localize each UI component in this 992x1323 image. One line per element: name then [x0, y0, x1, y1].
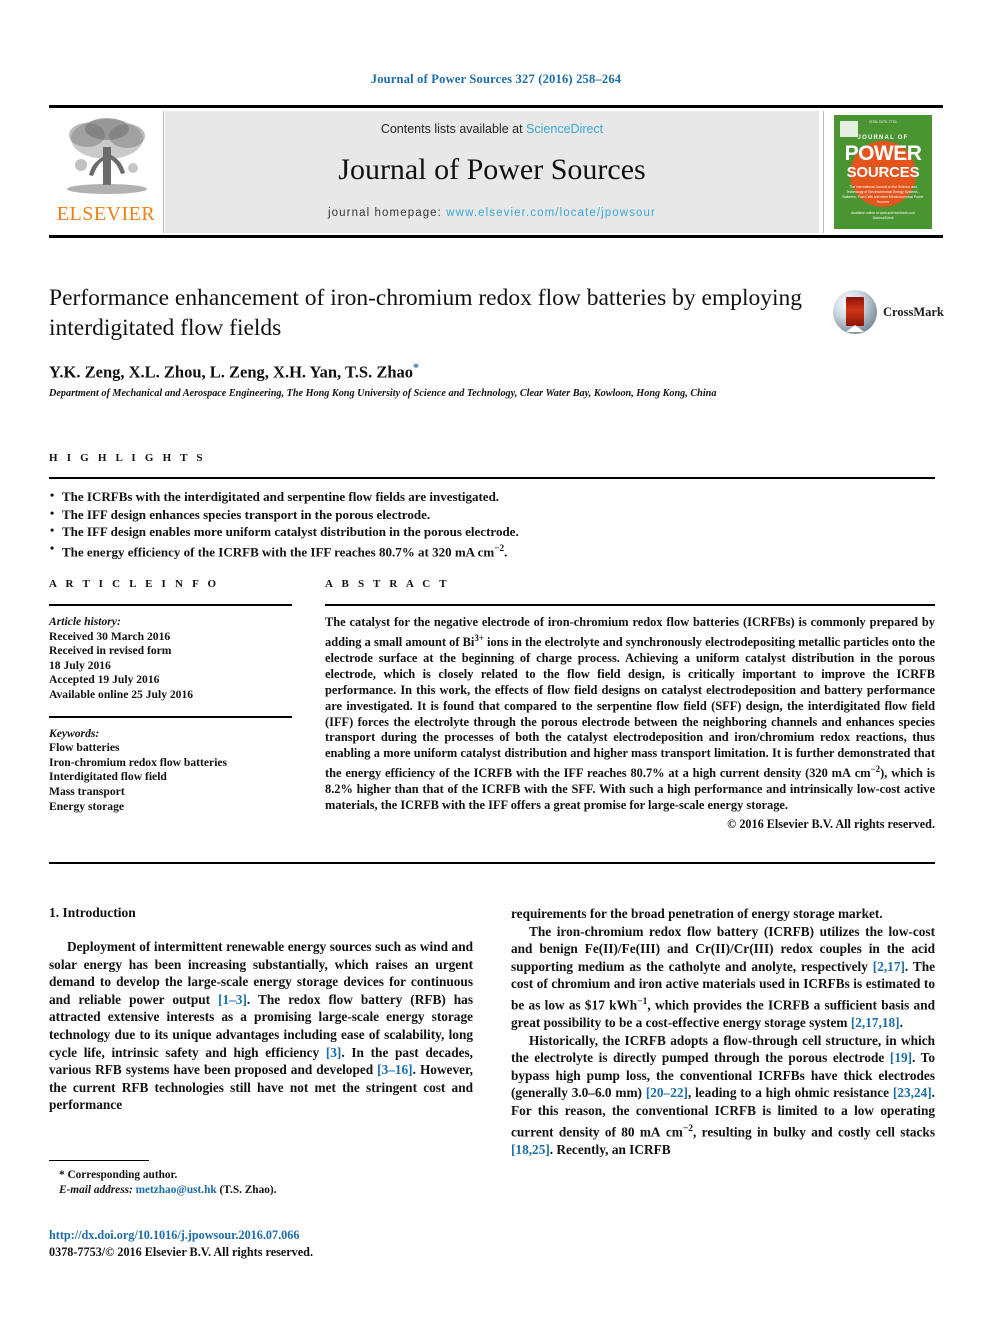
elsevier-wordmark: ELSEVIER — [56, 203, 156, 225]
doi-link[interactable]: http://dx.doi.org/10.1016/j.jpowsour.201… — [49, 1228, 473, 1243]
crossmark-badge[interactable]: CrossMark — [833, 290, 944, 338]
title-block: Performance enhancement of iron-chromium… — [49, 283, 819, 343]
homepage-prefix: journal homepage: — [328, 207, 447, 219]
crossmark-label: CrossMark — [883, 305, 944, 319]
list-item: The IFF design enhances species transpor… — [49, 505, 935, 524]
journal-title: Journal of Power Sources — [338, 153, 646, 186]
email-label: E-mail address: — [59, 1183, 133, 1196]
history-item: Received in revised form — [49, 644, 172, 658]
abstract-text: The catalyst for the negative electrode … — [325, 615, 935, 813]
citation-link[interactable]: [2,17,18] — [851, 1015, 900, 1030]
masthead-top-rule — [49, 105, 943, 108]
list-item: The ICRFBs with the interdigitated and s… — [49, 487, 935, 506]
journal-homepage-line: journal homepage: www.elsevier.com/locat… — [165, 207, 819, 219]
author-names: Y.K. Zeng, X.L. Zhou, L. Zeng, X.H. Yan,… — [49, 362, 414, 382]
running-head: Journal of Power Sources 327 (2016) 258–… — [370, 72, 622, 86]
highlights-list: The ICRFBs with the interdigitated and s… — [49, 487, 935, 561]
email-note: E-mail address: metzhao@ust.hk (T.S. Zha… — [49, 1183, 473, 1198]
contents-lists-line: Contents lists available at ScienceDirec… — [165, 122, 819, 136]
citation-link[interactable]: [2,17] — [873, 959, 905, 974]
citation-link[interactable]: [23,24] — [893, 1085, 932, 1100]
article-history-block: Article history: Received 30 March 2016 … — [49, 615, 292, 703]
paragraph: Deployment of intermittent renewable ene… — [49, 939, 474, 1113]
footer-block: http://dx.doi.org/10.1016/j.jpowsour.201… — [49, 1228, 473, 1260]
cover-journal-of-text: JOURNAL OF — [857, 135, 909, 141]
corresponding-author-note: * Corresponding author. — [59, 1169, 178, 1181]
email-link[interactable]: metzhao@ust.hk — [136, 1184, 217, 1196]
corresponding-author-marker: * — [413, 360, 420, 374]
paragraph: The iron-chromium redox flow battery (IC… — [511, 923, 936, 1030]
keywords-rule — [49, 715, 292, 718]
footnote-rule — [49, 1160, 149, 1161]
masthead-bottom-rule — [49, 235, 943, 238]
article-info-section: A R T I C L E I N F O Article history: R… — [49, 578, 292, 814]
highlights-section: H I G H L I G H T S The ICRFBs with the … — [49, 452, 935, 560]
keyword-item: Mass transport — [49, 784, 125, 798]
crossmark-icon — [833, 290, 877, 334]
highlights-heading: H I G H L I G H T S — [49, 452, 206, 464]
keyword-item: Energy storage — [49, 799, 125, 813]
cover-blurb-text: The International Journal on the Science… — [842, 185, 924, 204]
cover-issn-text: ISSN 0378-7753 — [869, 120, 897, 124]
cover-sources-text: SOURCES — [846, 164, 920, 181]
highlights-rule — [49, 477, 935, 479]
keyword-item: Iron-chromium redox flow batteries — [49, 755, 228, 769]
keyword-item: Flow batteries — [49, 741, 120, 755]
contents-prefix: Contents lists available at — [380, 122, 527, 136]
history-item: Received 30 March 2016 — [49, 629, 171, 643]
history-item: Available online 25 July 2016 — [49, 687, 194, 701]
issn-copyright-line: 0378-7753/© 2016 Elsevier B.V. All right… — [49, 1245, 314, 1259]
footnote-block: * Corresponding author. E-mail address: … — [49, 1160, 473, 1197]
keyword-item: Interdigitated flow field — [49, 770, 167, 784]
article-info-rule — [49, 604, 292, 606]
cover-bottom-text: Available online at www.sciencedirect.co… — [851, 211, 915, 220]
elsevier-tree-icon — [67, 118, 147, 194]
article-info-heading: A R T I C L E I N F O — [49, 578, 220, 590]
abstract-rule — [325, 604, 935, 606]
email-suffix: (T.S. Zhao). — [219, 1183, 277, 1196]
sciencedirect-link[interactable]: ScienceDirect — [526, 122, 603, 136]
page-title: Performance enhancement of iron-chromium… — [49, 285, 803, 341]
history-item: 18 July 2016 — [49, 658, 111, 672]
abstract-heading: A B S T R A C T — [325, 578, 450, 590]
article-history-label: Article history: — [49, 615, 121, 628]
keywords-block: Keywords: Flow batteries Iron-chromium r… — [49, 727, 292, 815]
journal-homepage-link[interactable]: www.elsevier.com/locate/jpowsour — [446, 207, 656, 219]
elsevier-logo: ELSEVIER — [51, 111, 164, 233]
journal-cover-image: ISSN 0378-7753 JOURNAL OF POWER SOURCES … — [834, 115, 932, 229]
abstract-copyright: © 2016 Elsevier B.V. All rights reserved… — [727, 817, 935, 832]
masthead-center-band: Contents lists available at ScienceDirec… — [165, 111, 819, 233]
crossmark-book-shape — [846, 297, 864, 332]
history-item: Accepted 19 July 2016 — [49, 673, 160, 687]
citation-link[interactable]: [19] — [890, 1050, 912, 1065]
citation-link[interactable]: [3–16] — [377, 1062, 412, 1077]
affiliation: Department of Mechanical and Aerospace E… — [49, 388, 717, 399]
body-column-right: requirements for the broad penetration o… — [511, 905, 935, 1158]
journal-masthead: ELSEVIER Contents lists available at Sci… — [49, 105, 943, 238]
list-item: The IFF design enables more uniform cata… — [49, 522, 935, 541]
citation-link[interactable]: [18,25] — [511, 1142, 550, 1157]
keywords-label: Keywords: — [49, 726, 100, 740]
citation-link[interactable]: [20–22] — [646, 1085, 688, 1100]
journal-cover-thumbnail: ISSN 0378-7753 JOURNAL OF POWER SOURCES … — [823, 111, 941, 233]
list-item: The energy efficiency of the ICRFB with … — [49, 540, 935, 561]
citation-link[interactable]: [1–3] — [218, 992, 247, 1007]
article-page: Journal of Power Sources 327 (2016) 258–… — [0, 0, 992, 1323]
citation-link[interactable]: [3] — [326, 1045, 342, 1060]
abstract-section: A B S T R A C T The catalyst for the neg… — [325, 578, 935, 832]
abstract-bottom-rule — [49, 862, 935, 864]
author-list: Y.K. Zeng, X.L. Zhou, L. Zeng, X.H. Yan,… — [49, 360, 829, 383]
cover-power-text: POWER — [844, 142, 922, 165]
section-heading-introduction: 1. Introduction — [49, 905, 136, 920]
body-column-left: 1. Introduction Deployment of intermitte… — [49, 905, 473, 1114]
paragraph: requirements for the broad penetration o… — [511, 906, 883, 921]
paragraph: Historically, the ICRFB adopts a flow-th… — [511, 1032, 935, 1157]
